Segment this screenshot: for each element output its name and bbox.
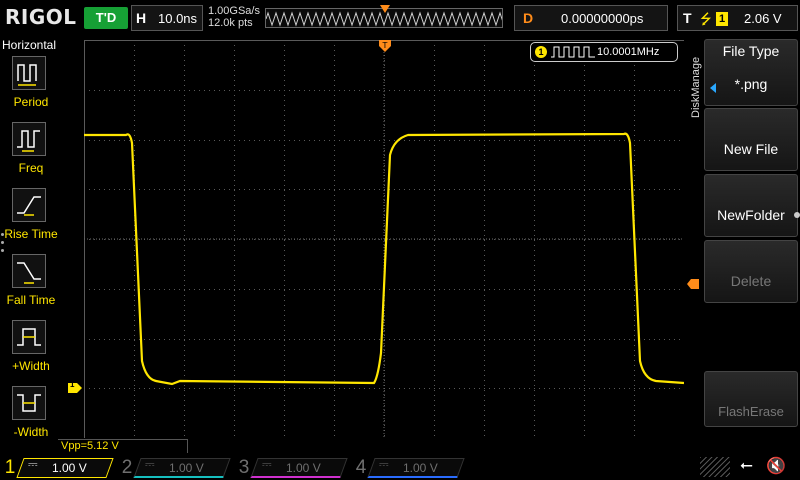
measure-fall-time-label: Fall Time xyxy=(6,293,56,307)
file-type-title: File Type xyxy=(722,43,780,59)
trigger-source-badge: 1 xyxy=(716,12,728,26)
sample-rate-readout: 1.00GSa/s 12.0k pts xyxy=(208,5,260,29)
dc-coupling-icon: ⎓ xyxy=(379,457,389,471)
delete-label: Delete xyxy=(730,273,772,289)
measure-period-button[interactable]: Period xyxy=(0,56,62,118)
channel-4-status[interactable]: 4 ⎓ 1.00 V xyxy=(351,456,467,480)
measure-negative-width-label: -Width xyxy=(13,425,49,439)
measure-menu-title: Horizontal xyxy=(2,38,57,52)
channel-1-status[interactable]: 1 ⎓ 1.00 V xyxy=(0,456,116,480)
dc-coupling-icon: ⎓ xyxy=(145,457,155,471)
trigger-label: T xyxy=(683,10,692,26)
measure-positive-width-label: +Width xyxy=(12,359,50,373)
frequency-value: 10.0001MHz xyxy=(597,46,660,58)
top-status-bar: RIGOL T'D H 10.0ns 1.00GSa/s 12.0k pts D… xyxy=(0,0,800,36)
horizontal-timebase-box[interactable]: H 10.0ns xyxy=(131,5,203,31)
trigger-box[interactable]: T ⭍ 1 2.06 V xyxy=(677,5,798,31)
delay-value: 0.00000000ps xyxy=(561,11,644,26)
measure-negative-width-button[interactable]: -Width xyxy=(0,386,62,448)
disk-manage-tab: DiskManage xyxy=(690,57,704,198)
positive-width-icon xyxy=(12,320,46,354)
dc-coupling-icon: ⎓ xyxy=(262,457,272,471)
menu-page-dots xyxy=(1,233,5,257)
usb-icon: ⭠ xyxy=(740,457,753,474)
channel-1-scale: 1.00 V xyxy=(52,461,87,475)
period-icon xyxy=(12,56,46,90)
memory-depth: 12.0k pts xyxy=(208,17,253,29)
svg-text:T: T xyxy=(382,41,388,50)
measure-fall-time-button[interactable]: Fall Time xyxy=(0,254,62,316)
channel-4-scale: 1.00 V xyxy=(403,461,438,475)
square-wave-icon xyxy=(551,46,595,58)
flash-erase-button[interactable]: FlashErase xyxy=(704,371,798,427)
negative-width-icon xyxy=(12,386,46,420)
vpp-measurement: Vpp=5.12 V xyxy=(58,439,188,453)
status-hatch-area xyxy=(700,457,730,477)
trigger-level-marker[interactable] xyxy=(687,279,699,289)
timebase-value: 10.0ns xyxy=(158,11,198,26)
new-file-button[interactable]: New File xyxy=(704,108,798,171)
fall-time-icon xyxy=(12,254,46,288)
sample-rate: 1.00GSa/s xyxy=(208,5,260,17)
delay-box[interactable]: D 0.00000000ps xyxy=(514,5,668,31)
waveform-display[interactable] xyxy=(84,40,684,438)
measure-positive-width-button[interactable]: +Width xyxy=(0,320,62,382)
channel-bar: 1 ⎓ 1.00 V 2 ⎓ 1.00 V 3 ⎓ 1.00 V 4 ⎓ 1.0… xyxy=(0,455,800,480)
trigger-position-marker[interactable]: T xyxy=(379,40,391,56)
speaker-mute-icon[interactable]: 🔇 xyxy=(766,456,786,476)
file-type-value: *.png xyxy=(734,76,768,92)
new-file-label: New File xyxy=(723,141,779,157)
menu-more-dot xyxy=(794,212,800,218)
measure-rise-time-label: Rise Time xyxy=(4,227,58,241)
measure-rise-time-button[interactable]: Rise Time xyxy=(0,188,62,250)
flash-erase-label: FlashErase xyxy=(718,404,784,419)
channel-3-status[interactable]: 3 ⎓ 1.00 V xyxy=(234,456,350,480)
dc-coupling-icon: ⎓ xyxy=(28,457,38,471)
horizontal-label: H xyxy=(136,10,147,26)
channel-2-scale: 1.00 V xyxy=(169,461,204,475)
disk-manage-label: DiskManage xyxy=(690,56,702,118)
delay-label: D xyxy=(523,10,534,26)
new-folder-button[interactable]: NewFolder xyxy=(704,174,798,237)
measure-period-label: Period xyxy=(13,95,49,109)
channel-1-offset-marker[interactable]: 1 xyxy=(68,380,82,393)
frequency-counter[interactable]: 1 10.0001MHz xyxy=(530,42,678,62)
file-type-menu[interactable]: File Type *.png xyxy=(704,39,798,106)
measure-freq-button[interactable]: Freq xyxy=(0,122,62,184)
trigger-position-marker-top xyxy=(380,5,390,13)
new-folder-label: NewFolder xyxy=(717,207,785,223)
graticule xyxy=(84,40,684,438)
rising-edge-icon: ⭍ xyxy=(700,11,712,27)
delete-button[interactable]: Delete xyxy=(704,240,798,303)
counter-channel-badge: 1 xyxy=(535,46,547,58)
rise-time-icon xyxy=(12,188,46,222)
channel-2-status[interactable]: 2 ⎓ 1.00 V xyxy=(117,456,233,480)
channel-1-offset-label: 1 xyxy=(70,380,75,389)
trigger-level-value: 2.06 V xyxy=(744,11,782,26)
brand-logo: RIGOL xyxy=(5,5,77,29)
measure-freq-label: Freq xyxy=(18,161,44,175)
measure-menu: Horizontal Period Freq Rise Time Fall Ti… xyxy=(0,36,60,454)
channel-3-scale: 1.00 V xyxy=(286,461,321,475)
freq-icon xyxy=(12,122,46,156)
run-status-badge[interactable]: T'D xyxy=(84,7,128,29)
